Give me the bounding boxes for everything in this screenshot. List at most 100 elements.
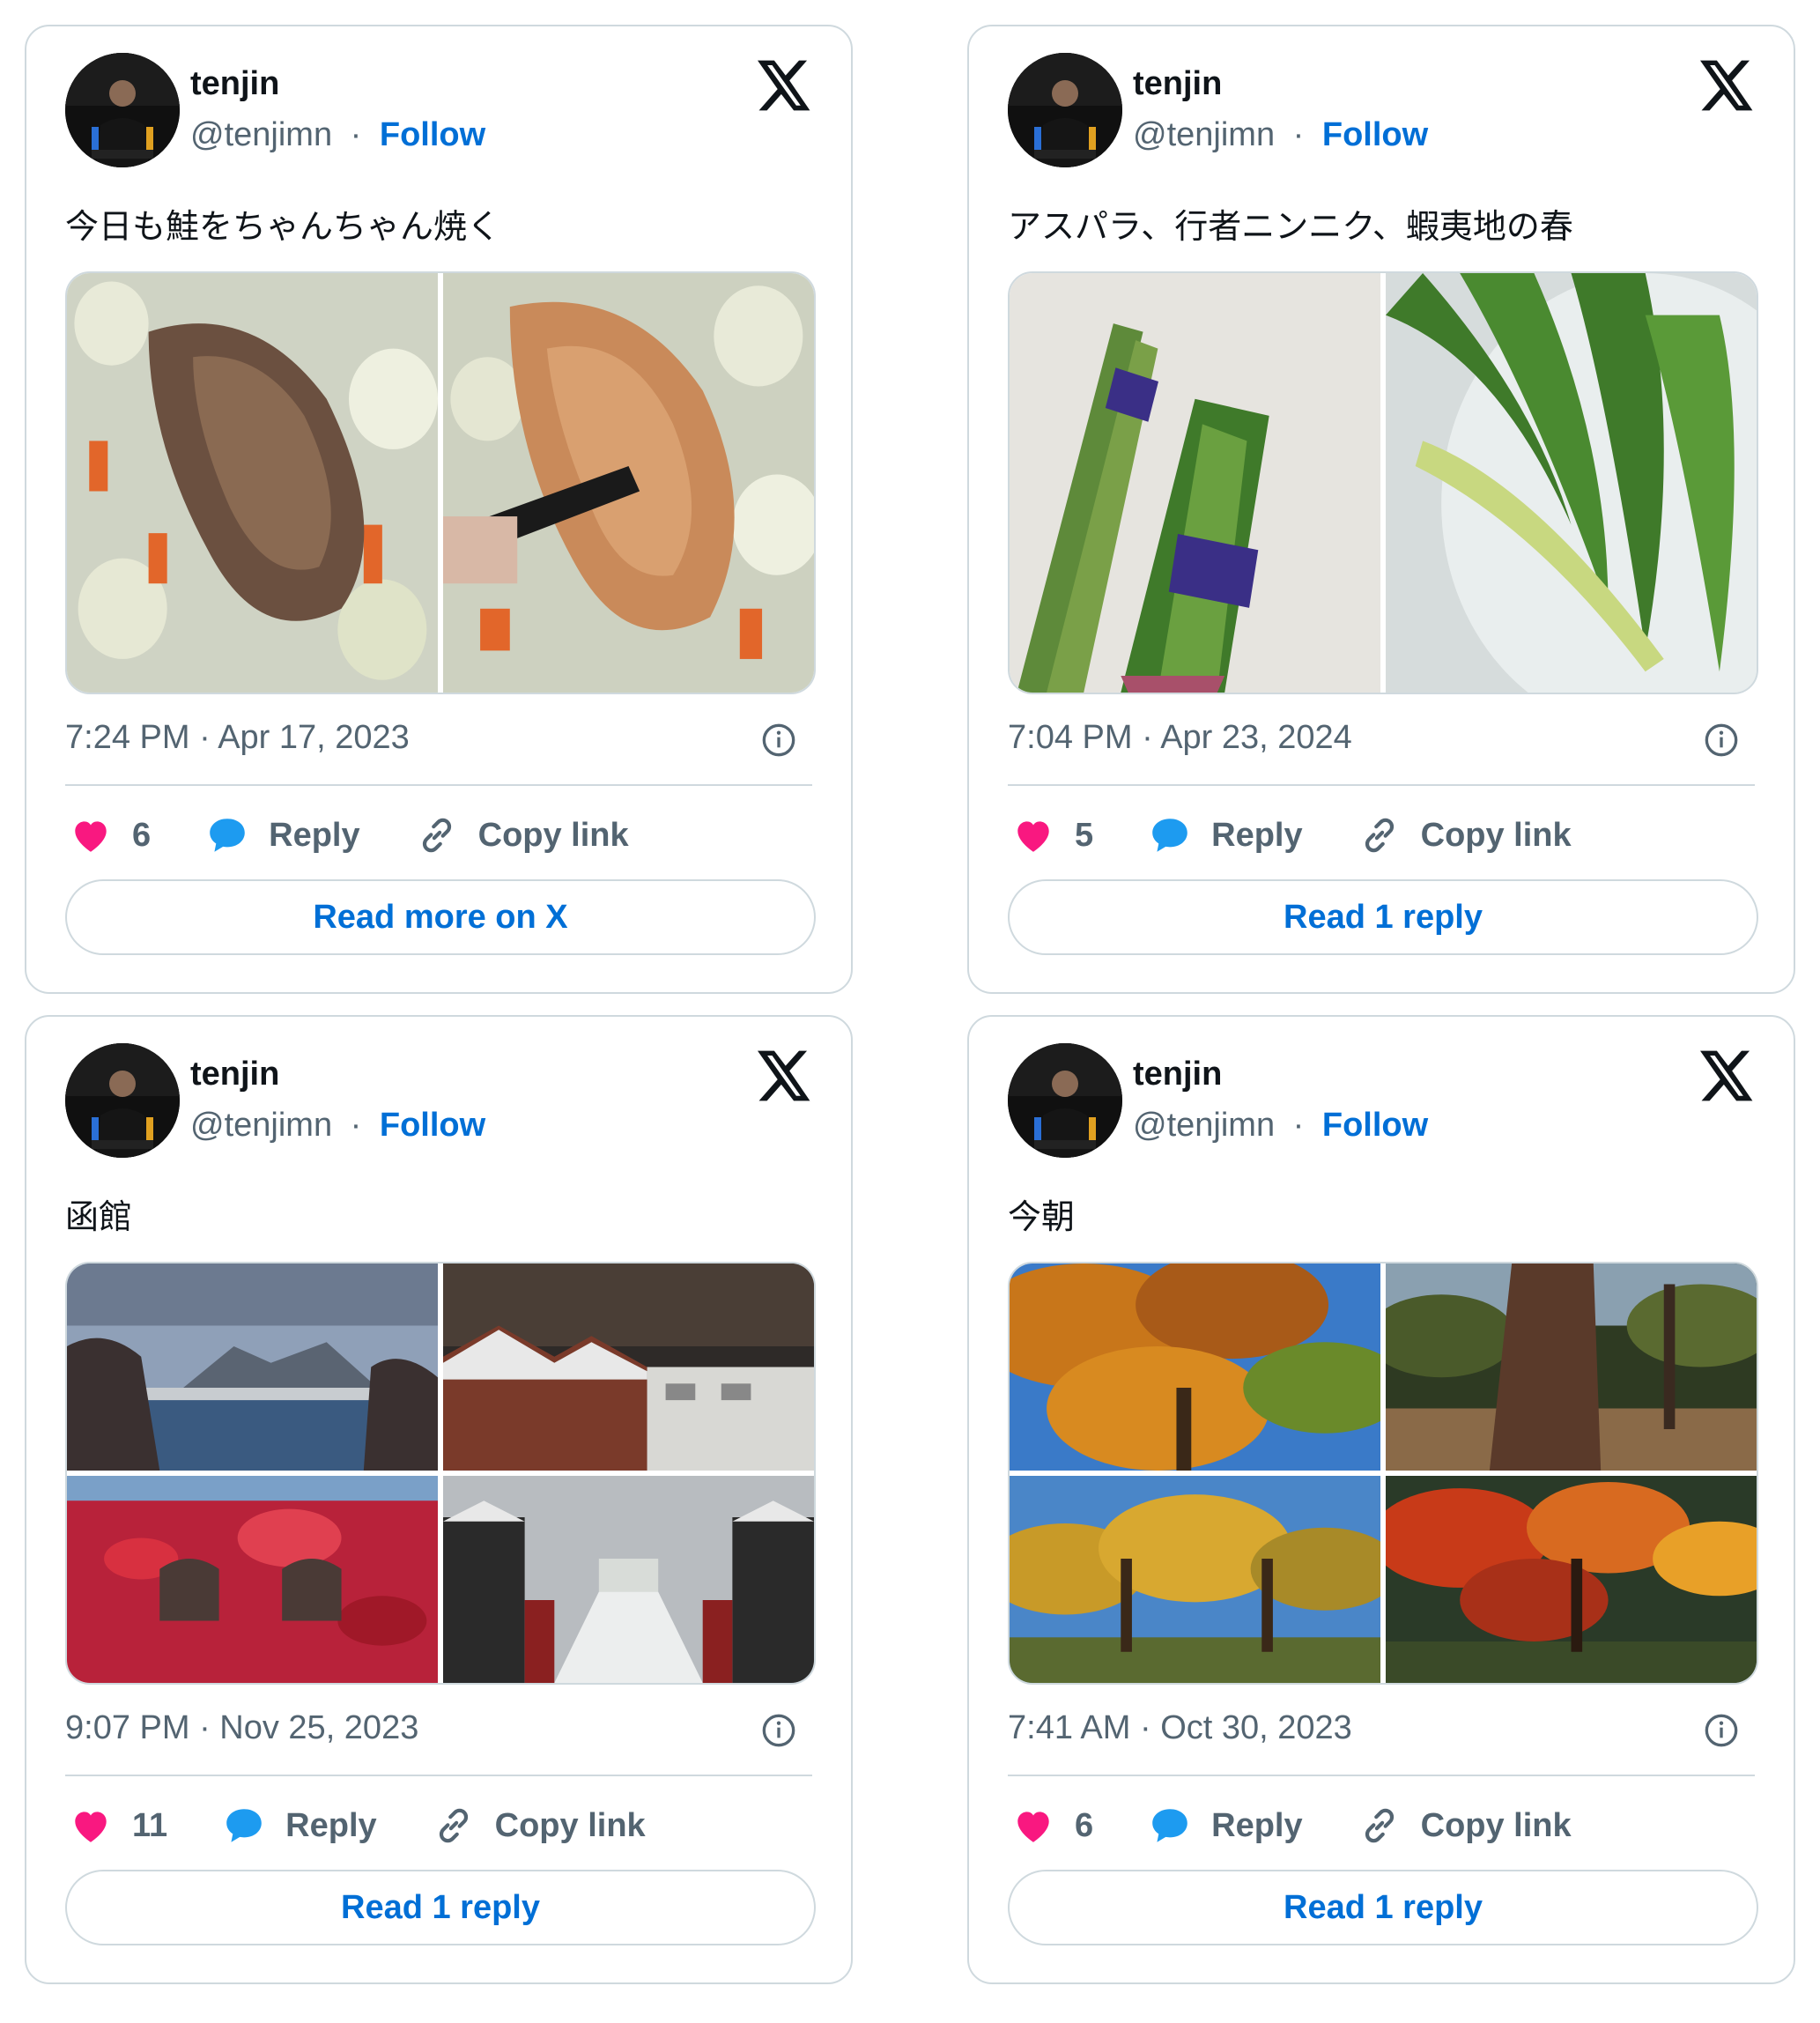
author-handle[interactable]: @tenjimn (190, 1107, 332, 1144)
info-icon[interactable] (761, 1713, 796, 1748)
author-handle[interactable]: @tenjimn (1133, 1107, 1275, 1144)
tweet-photo[interactable] (1386, 1476, 1757, 1683)
avatar[interactable] (65, 53, 180, 167)
link-icon (432, 1804, 476, 1848)
avatar[interactable] (65, 1043, 180, 1158)
tweet-photo[interactable] (1386, 273, 1757, 693)
like-button[interactable]: 6 (69, 813, 151, 857)
tweet-photo[interactable] (67, 273, 438, 693)
heart-icon (69, 813, 113, 857)
read-replies-button[interactable]: Read 1 reply (65, 1870, 816, 1945)
copy-link-button[interactable]: Copy link (432, 1804, 646, 1848)
tweet-photo[interactable] (1010, 1476, 1380, 1683)
heart-icon (1011, 1804, 1055, 1848)
follow-button[interactable]: Follow (380, 116, 485, 153)
x-logo-icon[interactable] (1700, 60, 1755, 111)
separator-dot: · (1292, 116, 1305, 153)
tweet-text: 函館 (65, 1199, 133, 1236)
avatar[interactable] (1008, 53, 1122, 167)
x-logo-icon[interactable] (758, 1050, 812, 1101)
author-handle[interactable]: @tenjimn (1133, 116, 1275, 153)
follow-button[interactable]: Follow (1322, 116, 1428, 153)
action-bar: 5 Reply Copy link (1011, 809, 1626, 862)
like-count: 11 (132, 1806, 168, 1844)
copy-link-button[interactable]: Copy link (415, 813, 629, 857)
reply-label: Reply (285, 1806, 377, 1844)
reply-label: Reply (1211, 816, 1303, 854)
like-count: 6 (1075, 1806, 1094, 1844)
follow-button[interactable]: Follow (380, 1107, 485, 1144)
tweet-photo[interactable] (1386, 1263, 1757, 1471)
reply-button[interactable]: Reply (205, 813, 360, 857)
author-handle-row: @tenjimn · Follow (190, 116, 485, 154)
tweet-card[interactable]: tenjin @tenjimn · Follow 函館 9:07 PM · No… (25, 1015, 853, 1984)
reply-button[interactable]: Reply (222, 1804, 377, 1848)
speech-bubble-icon (1148, 813, 1192, 857)
author-handle-row: @tenjimn · Follow (190, 1107, 485, 1145)
separator-dot: · (350, 1107, 362, 1144)
author-handle[interactable]: @tenjimn (190, 116, 332, 153)
divider (65, 1775, 812, 1776)
divider (1008, 1775, 1755, 1776)
tweet-card[interactable]: tenjin @tenjimn · Follow アスパラ、行者ニンニク、蝦夷地… (967, 25, 1795, 994)
x-logo-icon[interactable] (758, 60, 812, 111)
heart-icon (69, 1804, 113, 1848)
media-grid (65, 1262, 816, 1685)
read-replies-button[interactable]: Read 1 reply (1008, 1870, 1758, 1945)
x-logo-icon[interactable] (1700, 1050, 1755, 1101)
tweet-photo[interactable] (443, 1263, 814, 1471)
author-name[interactable]: tenjin (190, 1056, 279, 1093)
read-more-button[interactable]: Read more on X (65, 879, 816, 955)
tweet-timestamp[interactable]: 7:24 PM · Apr 17, 2023 (65, 719, 410, 757)
tweet-timestamp[interactable]: 7:41 AM · Oct 30, 2023 (1008, 1709, 1352, 1747)
info-icon[interactable] (1704, 1713, 1739, 1748)
reply-label: Reply (269, 816, 360, 854)
follow-button[interactable]: Follow (1322, 1107, 1428, 1144)
reply-label: Reply (1211, 1806, 1303, 1844)
link-icon (1358, 1804, 1402, 1848)
copy-link-label: Copy link (494, 1806, 646, 1844)
media-grid (1008, 1262, 1758, 1685)
read-replies-button[interactable]: Read 1 reply (1008, 879, 1758, 955)
tweet-photo[interactable] (67, 1263, 438, 1471)
author-handle-row: @tenjimn · Follow (1133, 1107, 1428, 1145)
copy-link-button[interactable]: Copy link (1358, 813, 1572, 857)
tweet-photo[interactable] (67, 1476, 438, 1683)
separator-dot: · (1292, 1107, 1305, 1144)
copy-link-button[interactable]: Copy link (1358, 1804, 1572, 1848)
media-grid (65, 271, 816, 694)
tweet-timestamp[interactable]: 9:07 PM · Nov 25, 2023 (65, 1709, 418, 1747)
divider (1008, 784, 1755, 786)
copy-link-label: Copy link (1420, 1806, 1572, 1844)
like-button[interactable]: 5 (1011, 813, 1093, 857)
author-handle-row: @tenjimn · Follow (1133, 116, 1428, 154)
reply-button[interactable]: Reply (1148, 813, 1303, 857)
author-name[interactable]: tenjin (1133, 65, 1222, 103)
tweet-card[interactable]: tenjin @tenjimn · Follow 今日も鮭をちゃんちゃん焼く 7… (25, 25, 853, 994)
action-bar: 6 Reply Copy link (1011, 1799, 1626, 1852)
author-name[interactable]: tenjin (190, 65, 279, 103)
action-bar: 11 Reply Copy link (69, 1799, 700, 1852)
speech-bubble-icon (205, 813, 249, 857)
tweet-photo[interactable] (443, 273, 814, 693)
info-icon[interactable] (1704, 722, 1739, 758)
action-bar: 6 Reply Copy link (69, 809, 684, 862)
tweet-photo[interactable] (1010, 273, 1380, 693)
tweet-timestamp[interactable]: 7:04 PM · Apr 23, 2024 (1008, 719, 1352, 757)
avatar[interactable] (1008, 1043, 1122, 1158)
tweet-photo[interactable] (443, 1476, 814, 1683)
separator-dot: · (350, 116, 362, 153)
heart-icon (1011, 813, 1055, 857)
tweet-card[interactable]: tenjin @tenjimn · Follow 今朝 7:41 AM · Oc… (967, 1015, 1795, 1984)
reply-button[interactable]: Reply (1148, 1804, 1303, 1848)
like-button[interactable]: 11 (69, 1804, 167, 1848)
speech-bubble-icon (222, 1804, 266, 1848)
info-icon[interactable] (761, 722, 796, 758)
tweet-text: アスパラ、行者ニンニク、蝦夷地の春 (1008, 209, 1573, 246)
tweet-photo[interactable] (1010, 1263, 1380, 1471)
tweet-text: 今日も鮭をちゃんちゃん焼く (65, 209, 501, 246)
author-name[interactable]: tenjin (1133, 1056, 1222, 1093)
like-button[interactable]: 6 (1011, 1804, 1093, 1848)
link-icon (415, 813, 459, 857)
like-count: 5 (1075, 816, 1094, 854)
